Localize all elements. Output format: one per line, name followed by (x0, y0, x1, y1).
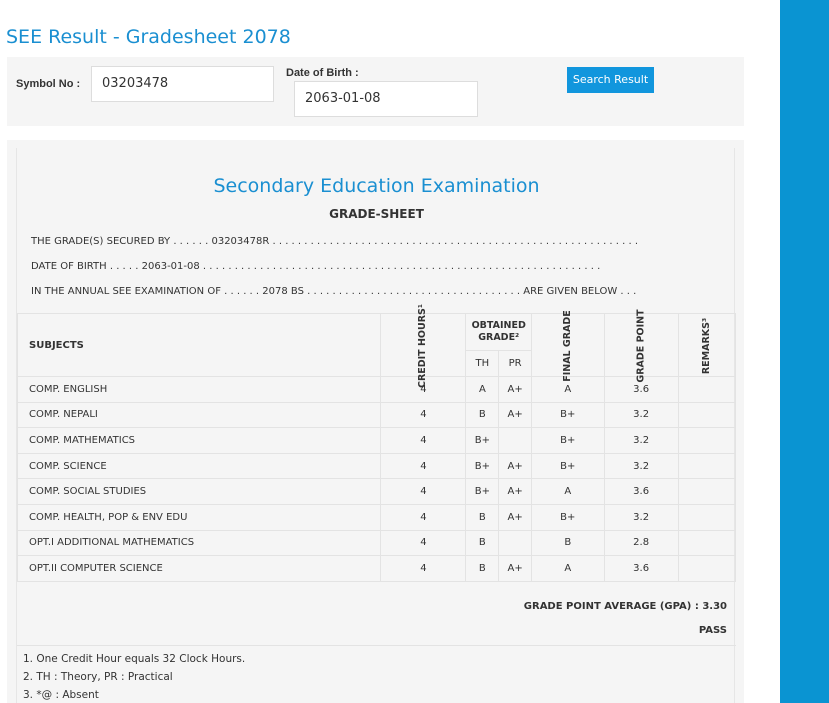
th-cell: B (465, 401, 500, 429)
th-cell: B+ (465, 478, 500, 505)
sidebar-strip (780, 0, 829, 703)
pr-cell: A+ (498, 401, 532, 429)
pr-cell (498, 529, 532, 557)
grade-point-cell: 3.6 (603, 478, 679, 505)
table-row: COMP. HEALTH, POP & ENV EDU 4 B A+ B+ 3.… (16, 503, 737, 531)
table-row: COMP. ENGLISH 4 A A+ A 3.6 (16, 376, 737, 403)
remarks-cell (677, 427, 737, 454)
grade-point-cell: 3.2 (603, 452, 679, 480)
credit-cell: 4 (380, 452, 467, 480)
final-grade-cell: B+ (530, 503, 605, 531)
subject-cell: COMP. HEALTH, POP & ENV EDU (16, 503, 382, 531)
remarks-cell (677, 401, 737, 429)
remarks-cell (677, 478, 737, 505)
table-row: OPT.I ADDITIONAL MATHEMATICS 4 B B 2.8 (16, 529, 737, 557)
header-pr: PR (498, 350, 532, 377)
table-row: OPT.II COMPUTER SCIENCE 4 B A+ A 3.6 (16, 555, 737, 582)
dob-label: Date of Birth : (286, 67, 359, 79)
subject-cell: COMP. SOCIAL STUDIES (16, 478, 382, 505)
header-remarks: REMARKS³ (677, 313, 737, 377)
th-cell: B+ (465, 452, 500, 480)
credit-cell: 4 (380, 555, 467, 582)
th-cell: B+ (465, 427, 500, 454)
th-cell: B (465, 529, 500, 557)
credit-cell: 4 (380, 503, 467, 531)
gradesheet: Secondary Education Examination GRADE-SH… (16, 148, 737, 703)
header-grade-point: GRADE POINT (603, 309, 679, 382)
footnote-absent: 3. *@ : Absent (23, 689, 99, 701)
grade-point-cell: 3.2 (603, 503, 679, 531)
header-obtained-grade: OBTAINED GRADE² (465, 313, 532, 351)
remarks-cell (677, 452, 737, 480)
pr-cell: A+ (498, 555, 532, 582)
subject-cell: COMP. MATHEMATICS (16, 427, 382, 454)
credit-cell: 4 (380, 478, 467, 505)
final-grade-cell: B (530, 529, 605, 557)
final-grade-cell: A (530, 555, 605, 582)
credit-cell: 4 (380, 529, 467, 557)
subject-cell: COMP. SCIENCE (16, 452, 382, 480)
search-result-button[interactable]: Search Result (567, 67, 654, 93)
credit-cell: 4 (380, 401, 467, 429)
subject-cell: COMP. ENGLISH (16, 376, 382, 403)
pr-cell: A+ (498, 478, 532, 505)
header-th: TH (465, 350, 500, 377)
final-grade-cell: B+ (530, 401, 605, 429)
final-grade-cell: B+ (530, 452, 605, 480)
symbol-input[interactable]: 03203478 (91, 66, 274, 102)
credit-cell: 4 (380, 427, 467, 454)
dob-line: DATE OF BIRTH . . . . . 2063-01-08 . . .… (31, 261, 601, 272)
subject-cell: COMP. NEPALI (16, 401, 382, 429)
symbol-label: Symbol No : (16, 78, 81, 90)
search-panel: Symbol No : 03203478 Date of Birth : 206… (7, 57, 744, 126)
grade-point-cell: 3.2 (603, 427, 679, 454)
grade-point-cell: 2.8 (603, 529, 679, 557)
table-row: COMP. SOCIAL STUDIES 4 B+ A+ A 3.6 (16, 478, 737, 505)
header-subjects: SUBJECTS (16, 313, 382, 377)
pr-cell: A+ (498, 503, 532, 531)
remarks-cell (677, 503, 737, 531)
dob-input[interactable]: 2063-01-08 (294, 81, 478, 117)
header-credit-hours: CREDIT HOURS¹ (380, 303, 467, 388)
secured-by-line: THE GRADE(S) SECURED BY . . . . . . 0320… (31, 236, 639, 247)
remarks-cell (677, 376, 737, 403)
exam-title: Secondary Education Examination (213, 175, 540, 197)
subject-cell: OPT.I ADDITIONAL MATHEMATICS (16, 529, 382, 557)
exam-line: IN THE ANNUAL SEE EXAMINATION OF . . . .… (31, 286, 637, 297)
result-status: PASS (698, 625, 727, 636)
th-cell: B (465, 555, 500, 582)
table-row: COMP. SCIENCE 4 B+ A+ B+ 3.2 (16, 452, 737, 480)
sheet-title: GRADE-SHEET (329, 207, 424, 221)
th-cell: B (465, 503, 500, 531)
pr-cell: A+ (498, 452, 532, 480)
gradesheet-container: Secondary Education Examination GRADE-SH… (7, 140, 744, 703)
remarks-cell (677, 529, 737, 557)
pr-cell (498, 427, 532, 454)
footnote-credit-hours: 1. One Credit Hour equals 32 Clock Hours… (23, 653, 246, 665)
table-row: COMP. MATHEMATICS 4 B+ B+ 3.2 (16, 427, 737, 454)
grade-point-cell: 3.6 (603, 555, 679, 582)
page-heading: SEE Result - Gradesheet 2078 (6, 26, 291, 48)
grade-table: SUBJECTS CREDIT HOURS¹ OBTAINED GRADE² F… (16, 303, 737, 582)
final-grade-cell: A (530, 478, 605, 505)
gpa-summary: GRADE POINT AVERAGE (GPA) : 3.30 (523, 601, 727, 612)
footnote-theory-practical: 2. TH : Theory, PR : Practical (23, 671, 173, 683)
th-cell: A (465, 376, 500, 403)
subject-cell: OPT.II COMPUTER SCIENCE (16, 555, 382, 582)
pr-cell: A+ (498, 376, 532, 403)
header-final-grade: FINAL GRADE (530, 310, 605, 381)
final-grade-cell: B+ (530, 427, 605, 454)
table-row: COMP. NEPALI 4 B A+ B+ 3.2 (16, 401, 737, 429)
footnote-divider (17, 645, 736, 646)
remarks-cell (677, 555, 737, 582)
grade-point-cell: 3.2 (603, 401, 679, 429)
